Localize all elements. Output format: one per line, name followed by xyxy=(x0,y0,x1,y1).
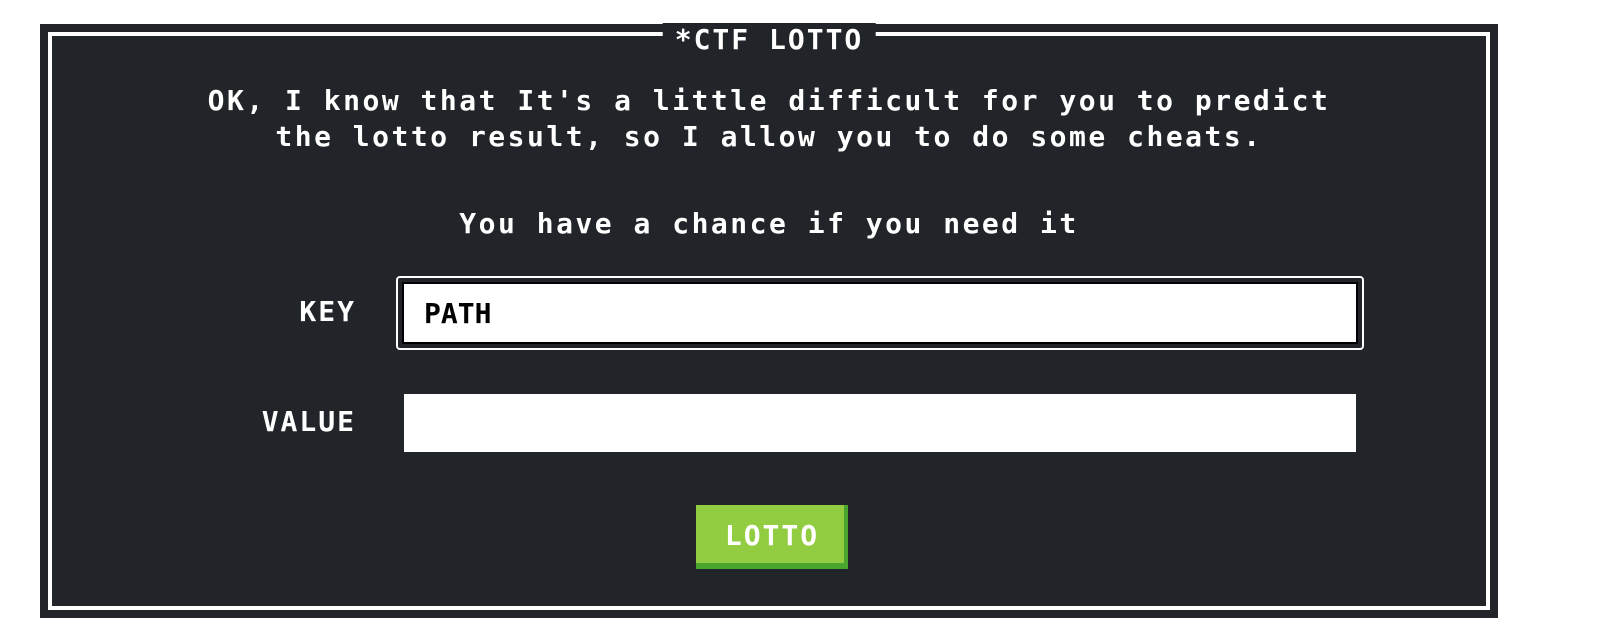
lotto-button[interactable]: LOTTO xyxy=(696,505,848,569)
dialog-title: *CTF LOTTO xyxy=(662,23,876,57)
value-label: VALUE xyxy=(261,405,356,438)
intro-line-2: the lotto result, so I allow you to do s… xyxy=(275,120,1263,153)
intro-line-1: OK, I know that It's a little difficult … xyxy=(207,84,1331,117)
key-label: KEY xyxy=(299,295,356,328)
value-input-wrap xyxy=(404,394,1356,452)
value-input[interactable] xyxy=(404,394,1356,452)
chance-text: You have a chance if you need it xyxy=(459,207,1079,240)
intro-text: OK, I know that It's a little difficult … xyxy=(43,83,1495,155)
key-input-focus-ring xyxy=(396,276,1364,350)
key-input[interactable] xyxy=(402,282,1358,344)
lotto-dialog: *CTF LOTTO OK, I know that It's a little… xyxy=(40,23,1498,618)
